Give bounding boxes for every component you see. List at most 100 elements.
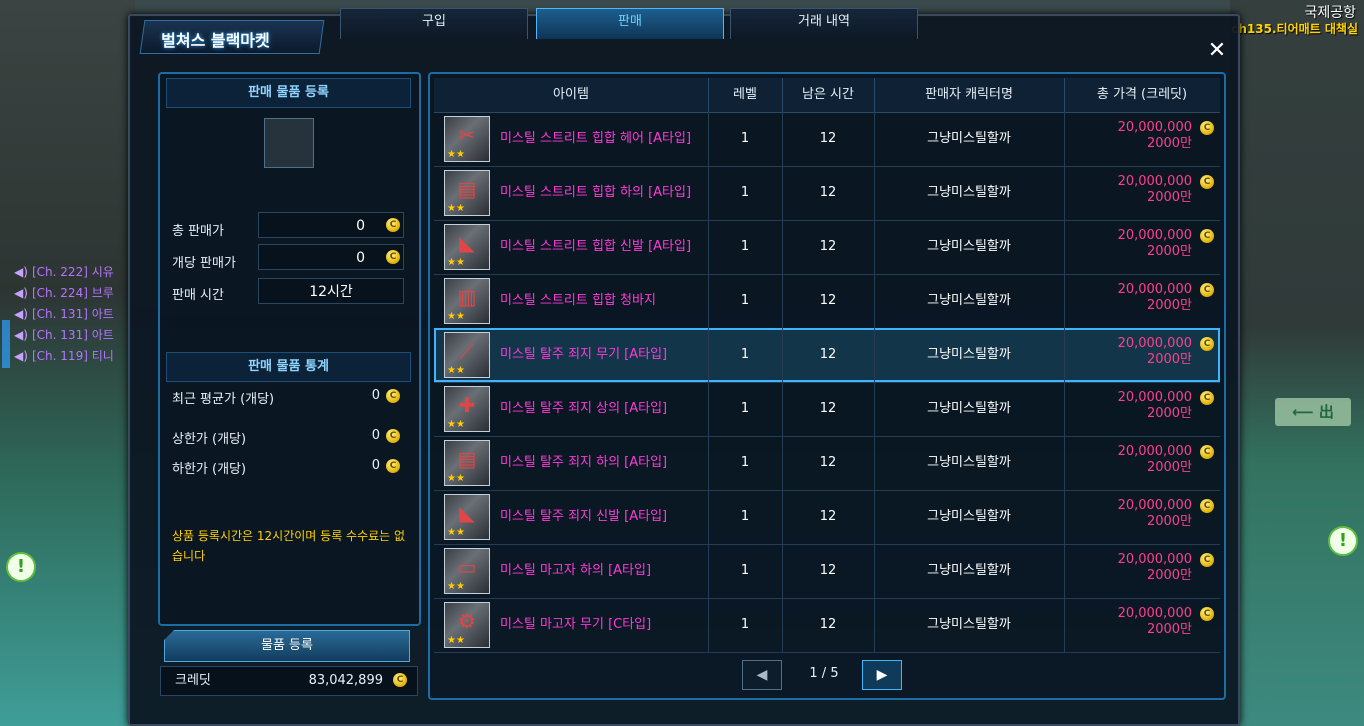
grade-stars-icon: ★★ [447, 635, 465, 646]
item-remaining-time: 12 [819, 347, 837, 362]
price-short: 2000만 [1146, 190, 1192, 205]
table-row[interactable]: ◣ ★★ 미스틸 탈주 죄지 신발 [A타입] 1 12 그냥미스틸할까 20,000,00… [434, 490, 1220, 545]
table-row[interactable]: ✂ ★★ 미스틸 스트리트 힙합 헤어 [A타입] 1 12 그냥미스틸할까 20,000,… [434, 112, 1220, 167]
sell-time-select[interactable]: 12시간 [258, 278, 404, 304]
credit-value: 83,042,899 [308, 673, 383, 688]
price-short: 2000만 [1146, 622, 1192, 637]
quest-alert-icon[interactable]: ! [6, 552, 36, 582]
item-remaining-time: 12 [819, 239, 837, 254]
item-thumbnail-icon: ⟋ ★★ [444, 332, 490, 378]
grade-stars-icon: ★★ [447, 581, 465, 592]
item-image-icon: ▤ [457, 177, 477, 201]
item-image-icon: ✂ [458, 123, 476, 147]
chat-message[interactable]: ◀) [Ch. 131] 아트 [14, 325, 114, 346]
item-level: 1 [740, 509, 750, 524]
sell-register-header: 판매 물품 등록 [166, 78, 411, 108]
chat-message-text: [Ch. 119] 티니 [32, 349, 114, 363]
chat-message-text: [Ch. 222] 시유 [32, 265, 114, 279]
item-image-icon: ◣ [459, 231, 475, 255]
item-drop-slot[interactable] [264, 118, 314, 168]
credit-coin-icon: C [1200, 391, 1214, 405]
table-header: 아이템 레벨 남은 시간 판매자 캐릭터명 총 가격 (크레딧) [434, 78, 1220, 113]
chat-message[interactable]: ◀) [Ch. 119] 티니 [14, 346, 114, 367]
chat-message[interactable]: ◀) [Ch. 131] 아트 [14, 304, 114, 325]
speaker-icon: ◀) [14, 307, 28, 321]
tab-history[interactable]: 거래 내역 [730, 8, 918, 39]
item-image-icon: ⚙ [458, 609, 476, 633]
column-header-item[interactable]: 아이템 [434, 78, 709, 112]
item-level: 1 [740, 293, 750, 308]
window-title: 벌쳐스 블랙마켓 [161, 31, 270, 50]
item-price: 20,000,000 2000만 C [1066, 444, 1218, 476]
price-short: 2000만 [1146, 244, 1192, 259]
price-full: 20,000,000 [1117, 552, 1192, 567]
chat-scrollbar[interactable] [2, 320, 10, 368]
credit-coin-icon: C [1200, 121, 1214, 135]
credit-coin-icon: C [386, 250, 400, 264]
window-title-plate: 벌쳐스 블랙마켓 [139, 20, 325, 54]
credit-coin-icon: C [386, 429, 400, 443]
item-image-icon: ⟋ [460, 339, 474, 363]
total-price-input[interactable]: 0 [258, 212, 404, 238]
item-image-icon: ▥ [457, 285, 477, 309]
table-row[interactable]: ⟋ ★★ 미스틸 탈주 죄지 무기 [A타입] 1 12 그냥미스틸할까 20,000,00… [434, 328, 1220, 383]
seller-name: 그냥미스틸할까 [927, 455, 1011, 470]
column-header-price[interactable]: 총 가격 (크레딧) [1064, 78, 1220, 112]
speaker-icon: ◀) [14, 265, 28, 279]
item-remaining-time: 12 [819, 131, 837, 146]
location-title: 국제공항 [1304, 5, 1356, 21]
table-row[interactable]: ⚙ ★★ 미스틸 마고자 무기 [C타입] 1 12 그냥미스틸할까 20,000,000 2… [434, 598, 1220, 653]
column-header-level[interactable]: 레벨 [708, 78, 783, 112]
tab-buy[interactable]: 구입 [340, 8, 528, 39]
grade-stars-icon: ★★ [447, 203, 465, 214]
unit-price-input[interactable]: 0 [258, 244, 404, 270]
credit-coin-icon: C [1200, 553, 1214, 567]
next-page-button[interactable]: ▶ [862, 660, 902, 690]
item-image-icon: ◣ [459, 501, 475, 525]
item-level: 1 [740, 131, 750, 146]
item-level: 1 [740, 401, 750, 416]
sell-stats-header: 판매 물품 통계 [166, 352, 411, 382]
price-short: 2000만 [1146, 514, 1192, 529]
table-row[interactable]: ▥ ★★ 미스틸 스트리트 힙합 청바지 1 12 그냥미스틸할까 20,000,000 20… [434, 274, 1220, 329]
column-header-seller[interactable]: 판매자 캐릭터명 [874, 78, 1065, 112]
grade-stars-icon: ★★ [447, 527, 465, 538]
chat-message[interactable]: ◀) [Ch. 222] 시유 [14, 262, 114, 283]
item-price: 20,000,000 2000만 C [1066, 498, 1218, 530]
close-icon[interactable]: ✕ [1206, 40, 1228, 62]
credit-coin-icon: C [393, 673, 407, 687]
item-image-icon: ✚ [458, 393, 476, 417]
item-name: 미스틸 스트리트 힙합 신발 [A타입] [500, 239, 692, 254]
unit-price-value: 0 [356, 250, 365, 266]
item-thumbnail-icon: ▤ ★★ [444, 440, 490, 486]
credit-coin-icon: C [1200, 499, 1214, 513]
credit-coin-icon: C [1200, 175, 1214, 189]
table-row[interactable]: ✚ ★★ 미스틸 탈주 죄지 상의 [A타입] 1 12 그냥미스틸할까 20,000,00… [434, 382, 1220, 437]
table-row[interactable]: ▤ ★★ 미스틸 탈주 죄지 하의 [A타입] 1 12 그냥미스틸할까 20,000,00… [434, 436, 1220, 491]
column-divider [708, 112, 709, 652]
chat-message[interactable]: ◀) [Ch. 224] 브루 [14, 283, 114, 304]
unit-price-label: 개당 판매가 [172, 256, 236, 271]
seller-name: 그냥미스틸할까 [927, 293, 1011, 308]
item-remaining-time: 12 [819, 509, 837, 524]
credit-coin-icon: C [1200, 337, 1214, 351]
table-row[interactable]: ◣ ★★ 미스틸 스트리트 힙합 신발 [A타입] 1 12 그냥미스틸할까 20,000,… [434, 220, 1220, 275]
seller-name: 그냥미스틸할까 [927, 563, 1011, 578]
tab-sell[interactable]: 판매 [536, 8, 724, 39]
table-row[interactable]: ▤ ★★ 미스틸 스트리트 힙합 하의 [A타입] 1 12 그냥미스틸할까 20,000,… [434, 166, 1220, 221]
price-full: 20,000,000 [1117, 606, 1192, 621]
column-header-remaining-time[interactable]: 남은 시간 [782, 78, 875, 112]
credit-coin-icon: C [1200, 445, 1214, 459]
credit-coin-icon: C [386, 389, 400, 403]
chat-log: ◀) [Ch. 222] 시유 ◀) [Ch. 224] 브루 ◀) [Ch. 131… [14, 262, 114, 367]
upper-limit-row: 상한가 (개당) 0 C [172, 428, 404, 447]
item-thumbnail-icon: ▥ ★★ [444, 278, 490, 324]
grade-stars-icon: ★★ [447, 365, 465, 376]
register-item-button[interactable]: 물품 등록 [164, 630, 410, 662]
table-row[interactable]: ▭ ★★ 미스틸 마고자 하의 [A타입] 1 12 그냥미스틸할까 20,000,000 2… [434, 544, 1220, 599]
item-thumbnail-icon: ◣ ★★ [444, 224, 490, 270]
item-name: 미스틸 탈주 죄지 신발 [A타입] [500, 509, 668, 524]
quest-alert-icon[interactable]: ! [1328, 526, 1358, 556]
price-short: 2000만 [1146, 568, 1192, 583]
prev-page-button[interactable]: ◀ [742, 660, 782, 690]
